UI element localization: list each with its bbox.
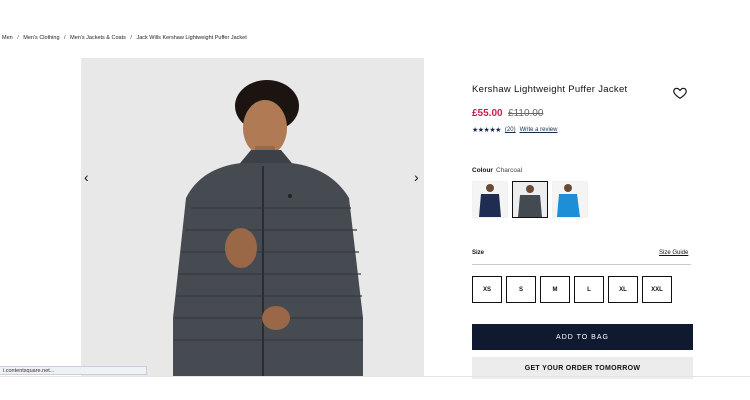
gallery-next-arrow[interactable]: › xyxy=(414,170,419,184)
swatch-charcoal-jacket-icon xyxy=(513,182,547,217)
size-label: Size xyxy=(472,250,485,256)
breadcrumb-mens-clothing[interactable]: Men's Clothing xyxy=(23,35,59,41)
breadcrumb-current: Jack Wills Kershaw Lightweight Puffer Ja… xyxy=(136,35,247,41)
swatch-navy-jacket-icon xyxy=(473,182,507,217)
swatch-blue[interactable] xyxy=(552,181,588,218)
price-sale: £55.00 xyxy=(472,108,503,119)
wishlist-heart-icon[interactable] xyxy=(673,86,687,100)
swatch-charcoal[interactable] xyxy=(512,181,548,218)
size-xs-button[interactable]: XS xyxy=(472,276,502,303)
gallery-prev-arrow[interactable]: ‹ xyxy=(84,170,89,184)
breadcrumb-men[interactable]: Men xyxy=(2,35,13,41)
breadcrumb-separator: / xyxy=(130,35,132,41)
breadcrumb-separator: / xyxy=(17,35,19,41)
swatch-navy[interactable] xyxy=(472,181,508,218)
size-divider xyxy=(472,264,691,265)
breadcrumb: Men / Men's Clothing / Men's Jackets & C… xyxy=(2,35,249,41)
product-image[interactable] xyxy=(81,58,424,376)
page-divider xyxy=(0,376,750,377)
size-s-button[interactable]: S xyxy=(506,276,536,303)
add-to-bag-button[interactable]: ADD TO BAG xyxy=(472,324,693,350)
review-count-link[interactable]: (20) xyxy=(505,127,516,133)
rating-row: ★★★★★ (20) Write a review xyxy=(472,126,557,134)
size-xl-button[interactable]: XL xyxy=(608,276,638,303)
jacket-model-photo xyxy=(81,58,424,376)
size-options: XS S M L XL XXL xyxy=(472,276,672,303)
top-bar xyxy=(0,0,750,22)
size-l-button[interactable]: L xyxy=(574,276,604,303)
breadcrumb-separator: / xyxy=(64,35,66,41)
write-review-link[interactable]: Write a review xyxy=(520,127,558,133)
swatch-blue-jacket-icon xyxy=(553,182,587,217)
size-xxl-button[interactable]: XXL xyxy=(642,276,672,303)
breadcrumb-jackets-coats[interactable]: Men's Jackets & Coats xyxy=(70,35,126,41)
price-original: £110.00 xyxy=(508,108,544,119)
product-title: Kershaw Lightweight Puffer Jacket xyxy=(472,84,628,95)
colour-swatches xyxy=(472,181,588,218)
size-guide-link[interactable]: Size Guide xyxy=(659,250,688,256)
rating-stars-icon: ★★★★★ xyxy=(472,127,501,134)
colour-label: Colour xyxy=(472,167,493,174)
colour-value: Charcoal xyxy=(496,167,523,174)
browser-status-bar: i.contentsquare.net... xyxy=(0,366,147,375)
size-m-button[interactable]: M xyxy=(540,276,570,303)
